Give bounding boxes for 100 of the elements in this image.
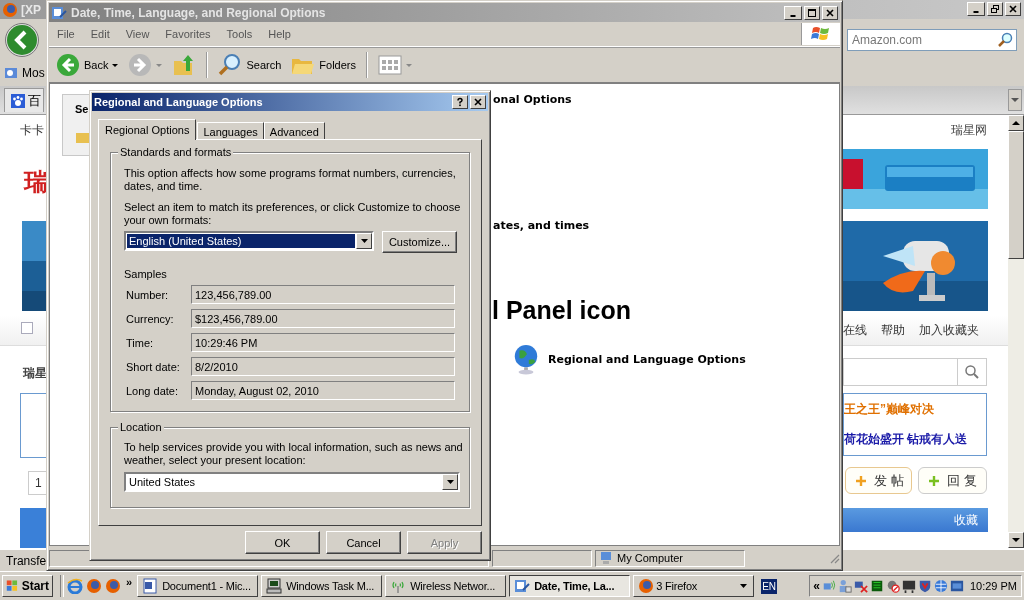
- search-icon: [218, 53, 243, 77]
- nav-link[interactable]: 加入收藏夹: [919, 322, 979, 339]
- caret-icon: [740, 584, 748, 588]
- down-arrow-icon[interactable]: [1012, 538, 1020, 542]
- tab-list-button[interactable]: [1008, 89, 1022, 111]
- clock: 10:29 PM: [969, 580, 1017, 592]
- taskbar-button[interactable]: Document1 - Mic...: [137, 575, 259, 597]
- panel-heading: Se: [75, 103, 89, 115]
- section-title: 瑞星: [23, 365, 47, 382]
- menu-item[interactable]: Tools: [218, 28, 261, 40]
- search-field[interactable]: Amazon.com: [847, 29, 1017, 51]
- scrollbar[interactable]: [1008, 115, 1024, 548]
- close-icon: [473, 97, 483, 107]
- close-button[interactable]: [1005, 2, 1021, 16]
- maximize-button[interactable]: [804, 5, 820, 20]
- field-label: Number:: [126, 288, 170, 301]
- search-button[interactable]: Search: [215, 51, 285, 79]
- grid-icon: [378, 53, 402, 77]
- start-button[interactable]: Start: [2, 575, 53, 597]
- taskbar-button[interactable]: 3 Firefox: [633, 575, 755, 597]
- status-text: Transfe: [6, 553, 47, 568]
- meter-icon[interactable]: [869, 579, 884, 593]
- caret-icon: [1011, 98, 1019, 102]
- minimize-button[interactable]: [967, 2, 985, 16]
- resize-grip[interactable]: [828, 552, 840, 564]
- control-panel-link[interactable]: Regional and Language Options: [548, 352, 746, 366]
- paw-icon: [11, 93, 25, 108]
- firefox-icon: [2, 1, 18, 18]
- sample-field: 8/2/2010: [191, 357, 455, 376]
- nav-link[interactable]: 在线: [843, 322, 867, 339]
- menu-item[interactable]: Edit: [82, 28, 118, 40]
- language-indicator[interactable]: EN: [761, 578, 778, 594]
- control-panel-icon: [514, 578, 531, 594]
- close-button[interactable]: [822, 5, 838, 20]
- caret-icon: [112, 63, 119, 67]
- site-link[interactable]: 瑞星网: [951, 122, 987, 139]
- reply-button[interactable]: 回 复: [918, 467, 987, 494]
- flag-logo-icon: [6, 578, 19, 594]
- taskbar-button[interactable]: Date, Time, La...: [509, 575, 631, 597]
- site-search-field[interactable]: [843, 358, 959, 386]
- blocked-icon[interactable]: [885, 579, 900, 593]
- caret-icon: [406, 63, 412, 67]
- firefox-icon[interactable]: [86, 578, 102, 594]
- dialog-button[interactable]: Cancel: [326, 531, 401, 554]
- category-heading: onal Options: [493, 93, 572, 106]
- browser-tab[interactable]: 百: [4, 88, 44, 112]
- taskbar-button[interactable]: Windows Task M...: [261, 575, 383, 597]
- dialog-button[interactable]: OK: [245, 531, 320, 554]
- globe-icon: [512, 342, 540, 376]
- control-panel-icon: [51, 4, 67, 21]
- tab[interactable]: Languages: [197, 122, 264, 140]
- menu-item[interactable]: Favorites: [157, 28, 219, 40]
- search-button[interactable]: [957, 358, 987, 386]
- checkbox[interactable]: [21, 322, 33, 334]
- news-link[interactable]: 荷花始盛开 钻戒有人送: [844, 431, 986, 449]
- close-button[interactable]: [470, 95, 486, 109]
- format-dropdown[interactable]: English (United States): [124, 231, 374, 251]
- minimize-icon: [790, 14, 796, 17]
- tab[interactable]: Regional Options: [98, 119, 197, 140]
- user-icon[interactable]: [837, 579, 852, 593]
- up-arrow-icon[interactable]: [1012, 121, 1020, 125]
- customize-button[interactable]: Customize...: [382, 231, 457, 253]
- monitor-icon[interactable]: [901, 579, 916, 593]
- overflow-button[interactable]: »: [126, 576, 133, 588]
- bookmark-link[interactable]: Mos: [22, 66, 45, 80]
- location-dropdown[interactable]: United States: [124, 472, 460, 492]
- restore-button[interactable]: [987, 2, 1003, 16]
- search-icon[interactable]: [997, 32, 1013, 48]
- browser-e-icon[interactable]: [67, 578, 83, 594]
- document-icon: [142, 578, 159, 594]
- folders-button[interactable]: Folders: [288, 51, 359, 79]
- menu-item[interactable]: File: [49, 28, 83, 40]
- computer-icon: [266, 578, 283, 594]
- tab[interactable]: Advanced: [263, 122, 325, 140]
- taskbar-button[interactable]: Wireless Networ...: [385, 575, 507, 597]
- help-button[interactable]: [452, 95, 468, 109]
- globe-icon[interactable]: [933, 579, 948, 593]
- field-label: Currency:: [126, 312, 175, 325]
- menu-item[interactable]: View: [117, 28, 158, 40]
- nav-link[interactable]: 帮助: [881, 322, 905, 339]
- shield-icon[interactable]: [917, 579, 932, 593]
- question-mark-icon: [455, 97, 465, 107]
- menu-item[interactable]: Help: [260, 28, 299, 40]
- minimize-button[interactable]: [784, 5, 802, 20]
- back-button[interactable]: Back: [53, 51, 122, 79]
- post-button[interactable]: 发 帖: [845, 467, 912, 494]
- dialog-title: Regional and Language Options: [94, 96, 263, 108]
- panel-icon[interactable]: [949, 579, 964, 593]
- field-label: Time:: [126, 336, 155, 349]
- dropdown-arrow-icon: [446, 480, 454, 484]
- bar-label[interactable]: 收藏: [954, 511, 978, 529]
- site-link[interactable]: 卡卡: [20, 122, 44, 139]
- window-title: [XP: [21, 2, 41, 17]
- firefox-icon[interactable]: [105, 578, 121, 594]
- section-label: Samples: [124, 268, 168, 280]
- description-text: This option affects how some programs format numbers, currencies, dates, and time.: [124, 167, 457, 193]
- show-hidden-icons-button[interactable]: «: [813, 579, 820, 593]
- disconnected-network-icon[interactable]: [853, 579, 868, 593]
- sample-field: Monday, August 02, 2010: [191, 381, 455, 400]
- field-label: Short date:: [126, 360, 181, 373]
